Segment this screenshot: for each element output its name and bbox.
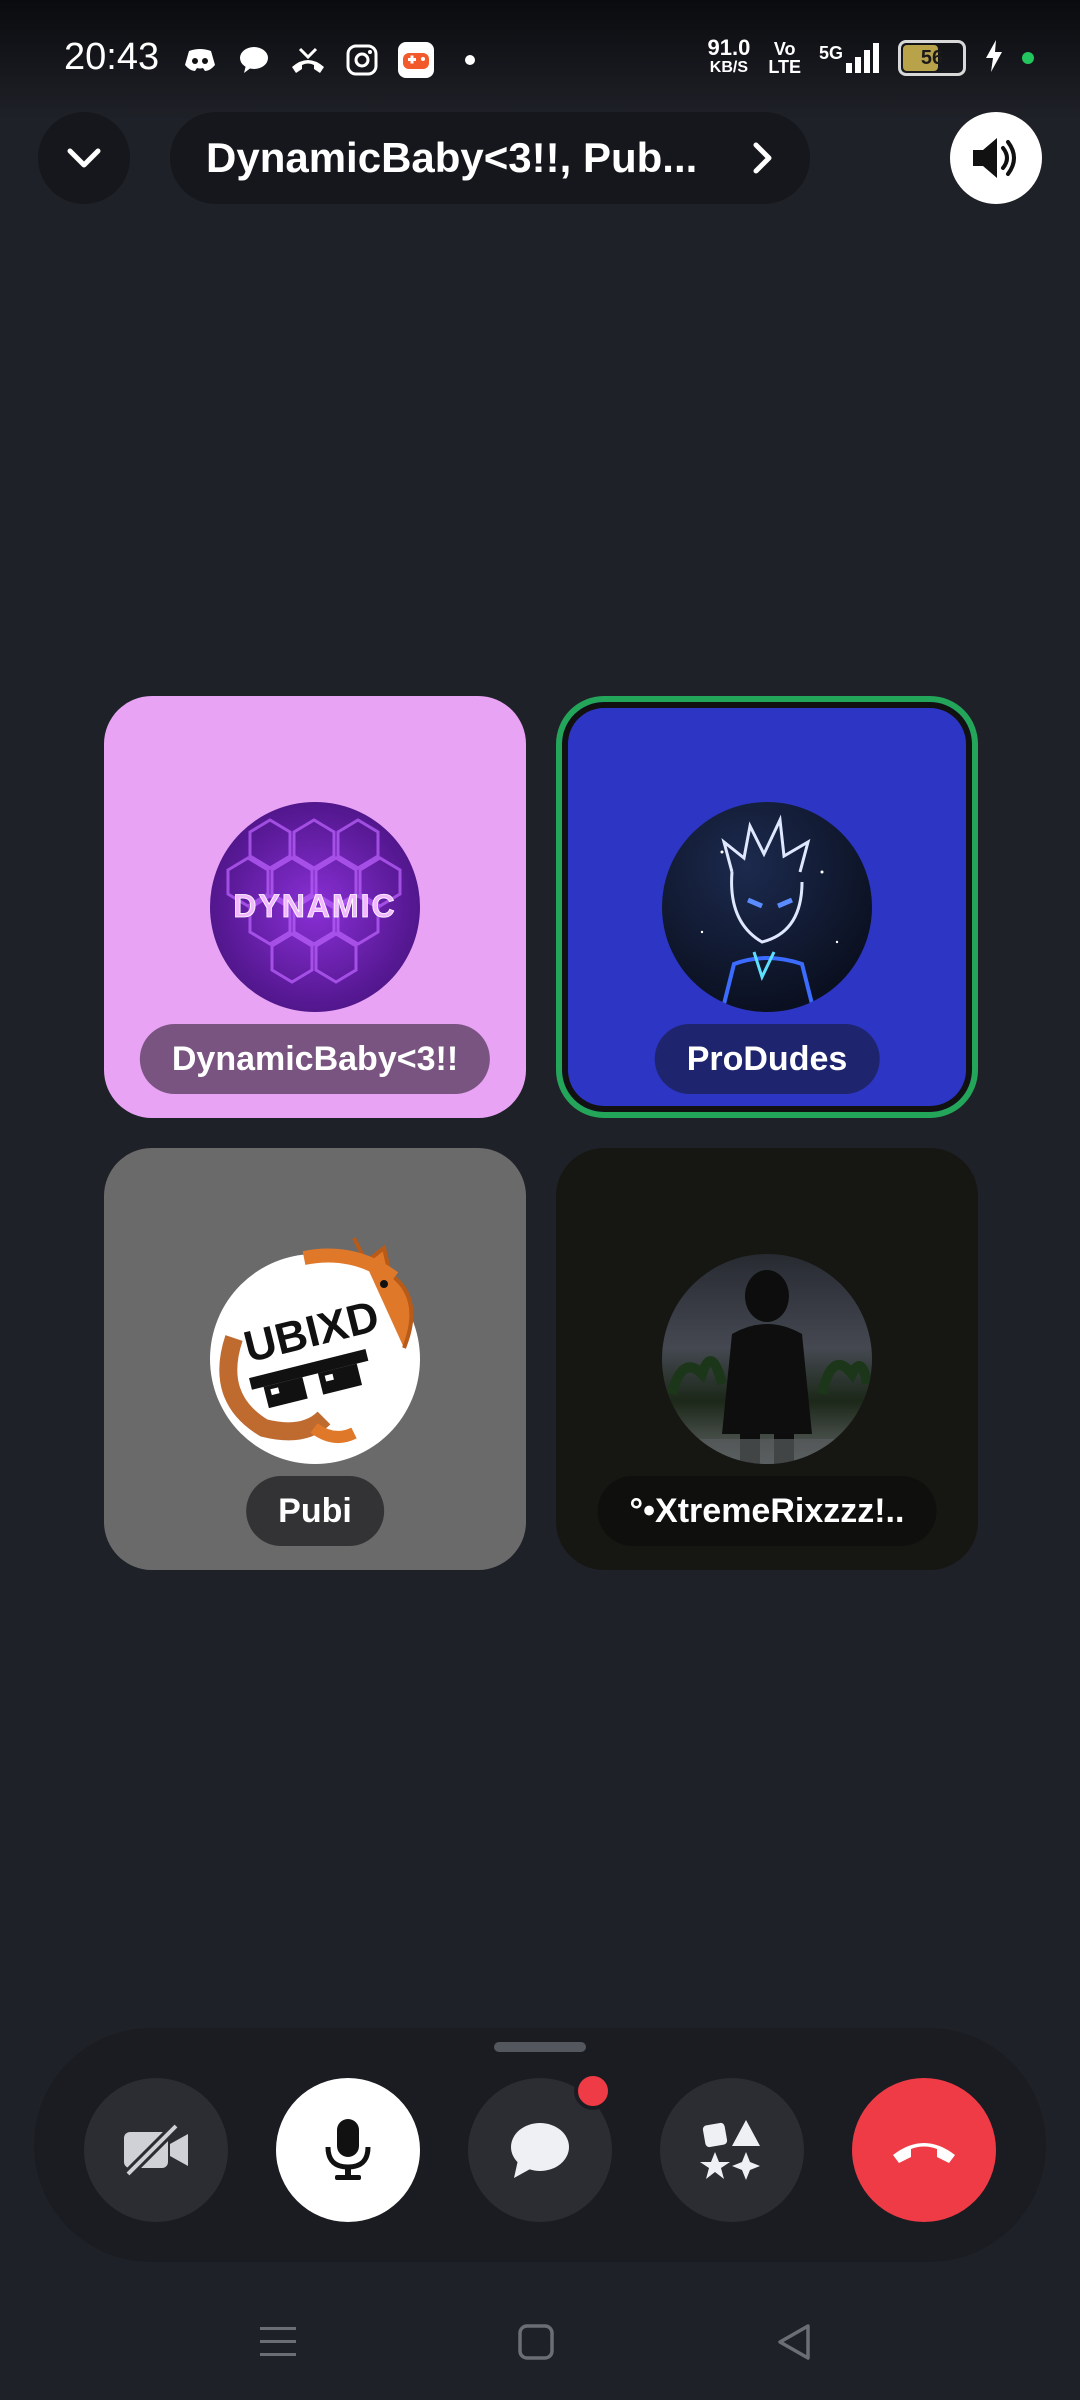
- chat-button[interactable]: [468, 2072, 612, 2222]
- call-controls: [34, 2028, 1046, 2262]
- collapse-call-button[interactable]: [38, 112, 130, 204]
- participant-name-label: °•XtremeRixzzz!..: [629, 1491, 905, 1530]
- volte-top: Vo: [773, 39, 796, 59]
- menu-icon: [260, 2327, 296, 2356]
- participant-name: °•XtremeRixzzz!..: [597, 1476, 937, 1546]
- fox-character-icon: [219, 1237, 414, 1443]
- instagram-icon: [344, 42, 380, 78]
- participant-name-label: Pubi: [278, 1491, 352, 1530]
- participant-tile[interactable]: DYNAMIC DynamicBaby<3!!: [104, 696, 526, 1118]
- participant-name: Pubi: [246, 1476, 384, 1546]
- missed-call-icon: [290, 42, 326, 78]
- avatar: [662, 1254, 872, 1464]
- call-title: DynamicBaby<3!!, Pub...: [206, 134, 698, 181]
- privacy-dot-icon: [1022, 52, 1034, 64]
- network-type: 5G: [818, 43, 843, 63]
- home-square-icon: [518, 2324, 554, 2360]
- end-call-icon: [893, 2143, 955, 2163]
- chevron-down-icon: [67, 148, 101, 168]
- network-speed-unit: KB/S: [709, 59, 749, 76]
- back-button[interactable]: [764, 2312, 824, 2372]
- back-triangle-icon: [778, 2324, 810, 2360]
- call-title-button[interactable]: DynamicBaby<3!!, Pub...: [170, 112, 810, 204]
- speaker-icon: [973, 138, 1016, 178]
- avatar: [662, 802, 872, 1012]
- home-button[interactable]: [506, 2312, 566, 2372]
- activities-icon: [700, 2120, 760, 2180]
- signal-icon: 5G: [819, 43, 880, 73]
- participant-name-label: DynamicBaby<3!!: [171, 1039, 459, 1078]
- battery-indicator: 56: [898, 40, 966, 76]
- battery-level: 56: [920, 46, 944, 69]
- drag-handle[interactable]: [494, 2042, 586, 2052]
- chat-bubble-icon: [236, 42, 272, 78]
- unread-badge: [574, 2072, 612, 2110]
- recents-button[interactable]: [248, 2312, 308, 2372]
- chevron-right-icon: [753, 142, 772, 174]
- end-call-button[interactable]: [852, 2078, 996, 2222]
- chat-icon: [511, 2123, 569, 2178]
- participant-tile[interactable]: °•XtremeRixzzz!..: [556, 1148, 978, 1570]
- game-app-icon: [398, 42, 434, 78]
- discord-icon: [182, 42, 218, 78]
- notification-dot-icon: [452, 42, 488, 78]
- camera-off-icon: [124, 2122, 188, 2178]
- microphone-icon: [325, 2119, 371, 2180]
- status-time: 20:43: [64, 36, 160, 78]
- charging-icon: [984, 39, 1004, 77]
- activities-button[interactable]: [660, 2078, 804, 2222]
- status-bar: 20:43 91.0 KB/S Vo LTE 5G 56: [0, 0, 1080, 120]
- status-system-icons: 91.0 KB/S Vo LTE 5G 56: [707, 35, 1034, 78]
- participant-name-label: ProDudes: [686, 1039, 848, 1078]
- network-speed: 91.0 KB/S: [707, 35, 751, 78]
- microphone-button[interactable]: [276, 2078, 420, 2222]
- network-speed-value: 91.0: [707, 35, 751, 60]
- status-notification-icons: [182, 42, 488, 78]
- camera-toggle-button[interactable]: [84, 2078, 228, 2222]
- participant-name: DynamicBaby<3!!: [139, 1024, 491, 1094]
- participant-tile[interactable]: UBIXD Pubi: [104, 1148, 526, 1570]
- volte-bottom: LTE: [768, 57, 801, 77]
- participant-name: ProDudes: [654, 1024, 880, 1094]
- system-nav-bar: [0, 2290, 1080, 2400]
- avatar: DYNAMIC: [210, 802, 420, 1012]
- avatar-text: DYNAMIC: [233, 888, 396, 924]
- participant-tile-speaking[interactable]: ProDudes: [556, 696, 978, 1118]
- volte-indicator: Vo LTE: [768, 40, 801, 76]
- speaker-button[interactable]: [950, 112, 1042, 204]
